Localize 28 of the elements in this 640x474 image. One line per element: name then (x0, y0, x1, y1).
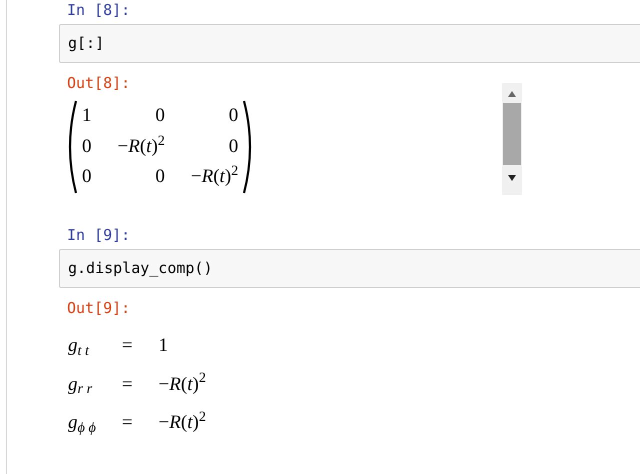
matrix-entry: −R(t)$^{2}$ (118, 132, 165, 159)
scrollbar[interactable] (502, 83, 522, 195)
equation-rhs: −R(t)$^{2}$ (158, 409, 206, 435)
matrix-entry: 0 (228, 134, 238, 159)
output-prompt: Out[8]: (67, 73, 132, 93)
matrix-entry: 0 (228, 104, 238, 128)
equals-sign: = (122, 334, 133, 358)
matrix-entry: 0 (82, 134, 92, 159)
equals-sign: = (122, 411, 133, 435)
scroll-up-icon[interactable] (508, 91, 516, 97)
equation-lhs: g$_{t t}$ (68, 334, 90, 360)
code-cell[interactable]: g[:] (59, 24, 640, 63)
output-prompt: Out[9]: (67, 298, 132, 318)
equation-lhs: g$_{r r}$ (68, 372, 94, 399)
equation-rhs: 1 (158, 334, 170, 358)
equation-lhs: g$_{ϕ ϕ}$ (68, 411, 96, 438)
equals-sign: = (122, 372, 133, 396)
matrix-entry: 0 (82, 165, 92, 190)
equation-rhs: −R(t)$^{2}$ (158, 370, 206, 396)
matrix-entry: 1 (82, 104, 92, 128)
code-cell[interactable]: g.display_comp() (59, 249, 640, 288)
scrollbar-thumb[interactable] (503, 103, 521, 165)
input-prompt: In [8]: (67, 0, 132, 20)
matrix-entry: 0 (154, 104, 165, 128)
matrix-entry: −R(t)$^{2}$ (190, 163, 238, 190)
input-prompt: In [9]: (67, 225, 132, 245)
scroll-down-icon[interactable] (508, 175, 516, 181)
matrix-entry: 0 (154, 165, 165, 190)
